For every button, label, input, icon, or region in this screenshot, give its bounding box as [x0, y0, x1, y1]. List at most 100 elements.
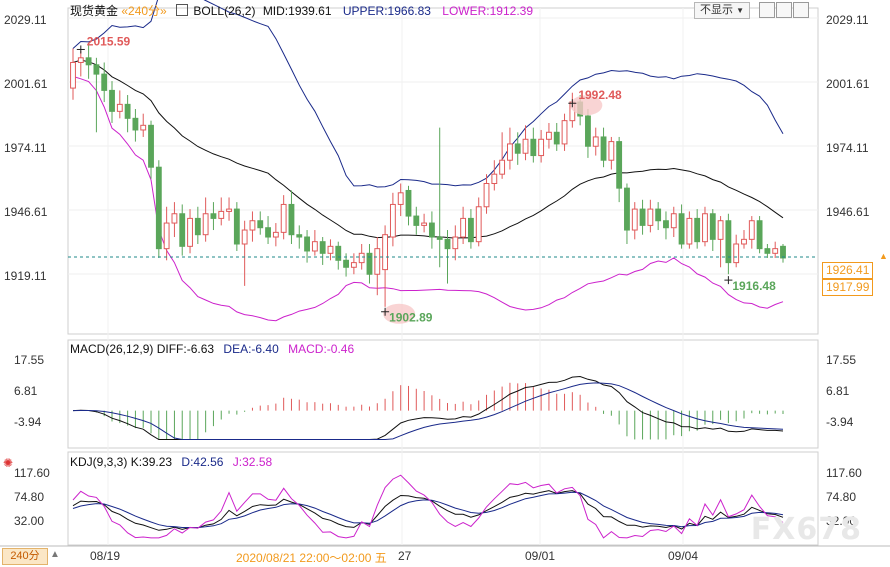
- candle-body: [241, 229, 248, 245]
- candle-body: [507, 143, 513, 161]
- period-button[interactable]: 240分: [2, 548, 48, 565]
- candle-body: [163, 222, 170, 250]
- candle-body: [530, 138, 537, 157]
- main-header: 现货黄金 «240分» BOLL(26,2) MID:1939.61 UPPER…: [70, 2, 533, 20]
- candle-body: [483, 182, 490, 208]
- candle-body: [85, 57, 92, 66]
- kdj-axis-label: 74.80: [14, 490, 45, 504]
- maximize-icon[interactable]: [776, 2, 792, 18]
- candle-body: [272, 231, 279, 238]
- kdj-k: K:39.23: [130, 455, 173, 469]
- kdj-j: J:32.58: [232, 455, 273, 469]
- candle-body: [608, 141, 615, 161]
- candle-body: [413, 215, 420, 226]
- macd-axis-label: 17.55: [14, 353, 45, 367]
- candle-body: [522, 138, 529, 154]
- candle-body: [460, 217, 467, 238]
- candle-body: [444, 238, 451, 250]
- candle-body: [624, 187, 630, 231]
- candle-body: [171, 213, 178, 224]
- period-label[interactable]: «240分»: [121, 4, 166, 18]
- period-dropdown-icon[interactable]: ▲: [50, 549, 60, 560]
- candle-body: [109, 89, 115, 112]
- price-axis-label: 1946.61: [4, 205, 48, 219]
- candle-body: [218, 210, 225, 219]
- candle-body: [663, 220, 669, 229]
- price-axis-label: 2029.11: [826, 13, 869, 27]
- hide-button[interactable]: 不显示 ▼: [694, 2, 750, 19]
- boll-lower: LOWER:1912.39: [442, 4, 533, 18]
- candle-body: [592, 136, 599, 147]
- low-annotation: 1902.89: [389, 311, 433, 325]
- candle-body: [717, 220, 724, 240]
- candle-body: [327, 245, 334, 254]
- kdj-d-line: [72, 491, 784, 529]
- candle-body: [140, 124, 147, 131]
- candle-body: [296, 234, 303, 238]
- candle-body: [616, 141, 623, 189]
- hover-time-label: 2020/08/21 22:00～02:00 五: [236, 551, 387, 565]
- candle-body: [148, 124, 154, 168]
- price-axis-label: 1974.11: [4, 141, 47, 155]
- macd-axis-label: -3.94: [826, 415, 854, 429]
- candle-body: [405, 189, 412, 217]
- candle-body: [288, 203, 295, 236]
- macd-diff-line: [72, 375, 784, 440]
- candle-body: [499, 159, 506, 175]
- macd-dea-line: [72, 382, 784, 440]
- kdj-k-line: [72, 490, 784, 531]
- candle-body: [647, 208, 654, 226]
- candle-body: [257, 220, 264, 229]
- candle-body: [585, 115, 591, 147]
- panel-frame: [67, 7, 819, 335]
- candle-body: [561, 120, 568, 145]
- price-axis-label: 1974.11: [826, 141, 869, 155]
- kdj-axis-label: 117.60: [826, 466, 862, 480]
- candle-body: [210, 213, 217, 219]
- candle-body: [467, 217, 474, 243]
- price-axis-label: 1946.61: [826, 205, 870, 219]
- kdj-axis-label: 32.00: [14, 514, 45, 528]
- candle-body: [600, 136, 607, 161]
- boll-icon[interactable]: [176, 4, 189, 16]
- candle-body: [491, 173, 498, 184]
- candle-body: [70, 61, 76, 89]
- macd-name: MACD(26,12,9): [70, 342, 154, 356]
- candle-body: [397, 192, 404, 205]
- chart-canvas[interactable]: 2015.59 1992.48 1902.89 1916.48: [0, 0, 890, 567]
- kdj-name: KDJ(9,3,3): [70, 455, 128, 469]
- candle-body: [155, 166, 162, 250]
- candle-body: [194, 217, 201, 236]
- candle-body: [514, 143, 521, 154]
- candle-body: [335, 245, 342, 261]
- candle-body: [639, 208, 646, 226]
- kdj-d: D:42.56: [181, 455, 224, 469]
- price-axis-label: 2001.61: [826, 77, 870, 91]
- candle-body: [772, 248, 779, 254]
- candle-body: [265, 227, 271, 238]
- boll-mid-line: [72, 59, 784, 239]
- candle-body: [343, 259, 349, 268]
- boll-upper-line: [72, 0, 784, 188]
- lower-band-tag: 1917.99: [822, 279, 874, 296]
- kdj-settings-icon[interactable]: ✺: [3, 456, 13, 470]
- candle-body: [428, 222, 435, 238]
- candle-body: [249, 220, 256, 231]
- candle-body: [748, 220, 755, 240]
- current-price-marker-icon: ▲: [879, 251, 888, 261]
- grid-icon[interactable]: [759, 2, 775, 18]
- price-axis-label: 1919.11: [4, 269, 47, 283]
- candle-body: [280, 203, 287, 233]
- high-annotation: 2015.59: [87, 34, 131, 48]
- watermark: FX678: [750, 512, 862, 547]
- kdj-axis-label: 74.80: [826, 490, 857, 504]
- current-price-tag: 1926.41: [822, 262, 874, 279]
- candle-body: [538, 138, 545, 157]
- close-icon[interactable]: [793, 2, 809, 18]
- boll-label: BOLL(26,2): [193, 4, 256, 18]
- candle-body: [733, 243, 740, 264]
- boll-lower-line: [72, 75, 784, 322]
- boll-mid: MID:1939.61: [262, 4, 332, 18]
- high-annotation: 1992.48: [578, 88, 622, 102]
- candle-body: [358, 252, 365, 264]
